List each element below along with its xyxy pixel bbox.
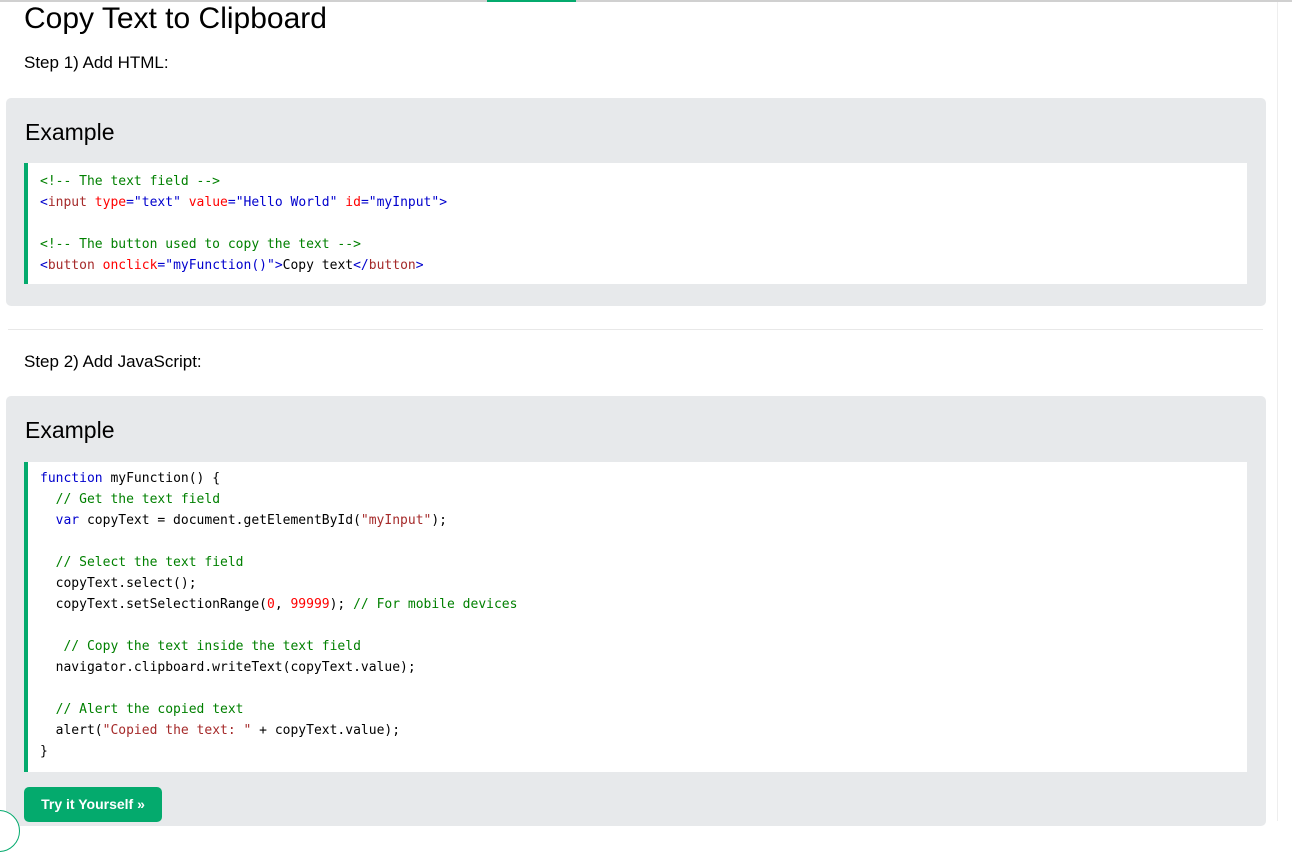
code-token: "Copied the text: " <box>102 723 252 738</box>
page-title: Copy Text to Clipboard <box>24 2 327 35</box>
example-title: Example <box>25 417 115 443</box>
code-block-javascript: function myFunction() { // Get the text … <box>24 462 1247 772</box>
code-line: <!-- The text field --> <box>40 171 1247 192</box>
code-token: > <box>439 195 448 210</box>
code-block-html: <!-- The text field --> <input type="text… <box>24 163 1247 284</box>
code-token: ="Hello World" <box>227 195 338 210</box>
code-token: // Alert the copied text <box>55 702 244 717</box>
code-token: 0 <box>266 597 275 612</box>
active-tab-indicator <box>487 0 576 2</box>
code-line: <input type="text" value="Hello World" i… <box>40 192 1247 213</box>
example-panel-javascript: Example function myFunction() { // Get t… <box>6 396 1266 826</box>
code-token: onclick <box>94 258 158 273</box>
code-token: Copy text <box>282 258 354 273</box>
code-token: button <box>47 258 95 273</box>
code-token: type <box>86 195 127 210</box>
code-token: alert( <box>40 723 103 738</box>
code-token: < <box>40 258 48 273</box>
scrollbar-edge <box>1277 2 1278 821</box>
code-token: var <box>55 513 80 528</box>
code-line: // Copy the text inside the text field <box>40 636 1247 657</box>
code-line: alert("Copied the text: " + copyText.val… <box>40 720 1247 741</box>
code-line: copyText.select(); <box>40 573 1247 594</box>
code-token: button <box>368 258 416 273</box>
code-line: <button onclick="myFunction()">Copy text… <box>40 255 1247 276</box>
code-token: function <box>40 471 103 486</box>
example-panel-html: Example <!-- The text field --> <input ty… <box>6 98 1266 306</box>
step-2-label: Step 2) Add JavaScript: <box>24 352 202 371</box>
try-it-yourself-button[interactable]: Try it Yourself » <box>24 787 162 822</box>
code-token: // Get the text field <box>55 492 221 507</box>
code-token: > <box>274 258 283 273</box>
example-title: Example <box>25 119 115 145</box>
code-line: function myFunction() { <box>40 468 1247 489</box>
code-token: 99999 <box>290 597 330 612</box>
code-token: ); <box>431 513 448 528</box>
code-line: // Select the text field <box>40 552 1247 573</box>
code-token: copyText = document.getElementById( <box>79 513 361 528</box>
code-line: } <box>40 741 1247 762</box>
code-token: + copyText.value); <box>251 723 401 738</box>
code-token: // Select the text field <box>55 555 244 570</box>
code-token: copyText.setSelectionRange( <box>40 597 267 612</box>
code-token: , <box>274 597 291 612</box>
code-line: // Get the text field <box>40 489 1247 510</box>
code-token: > <box>415 258 424 273</box>
code-line: <!-- The button used to copy the text --… <box>40 234 1247 255</box>
divider <box>8 329 1263 330</box>
code-token: </ <box>353 258 369 273</box>
code-token: navigator.clipboard.writeText(copyText.v… <box>40 660 416 675</box>
code-token: } <box>40 744 48 759</box>
code-token: copyText.select(); <box>40 576 197 591</box>
step-1-label: Step 1) Add HTML: <box>24 53 169 72</box>
code-line: navigator.clipboard.writeText(copyText.v… <box>40 657 1247 678</box>
code-token: "myInput" <box>360 513 432 528</box>
code-line: copyText.setSelectionRange(0, 99999); //… <box>40 594 1247 615</box>
code-token: ); <box>329 597 354 612</box>
code-token: // Copy the text inside the text field <box>63 639 361 654</box>
code-line: var copyText = document.getElementById("… <box>40 510 1247 531</box>
code-token: input <box>47 195 87 210</box>
code-token: ="myInput" <box>360 195 440 210</box>
code-token: <!-- The button used to copy the text --… <box>40 237 361 252</box>
code-token: < <box>40 195 48 210</box>
code-token: <!-- The text field --> <box>40 174 221 189</box>
code-token: id <box>337 195 361 210</box>
code-token: value <box>180 195 228 210</box>
code-token: ="text" <box>126 195 181 210</box>
code-token: // For mobile devices <box>353 597 518 612</box>
code-line: // Alert the copied text <box>40 699 1247 720</box>
code-token: ="myFunction()" <box>157 258 275 273</box>
code-token: myFunction() { <box>102 471 221 486</box>
